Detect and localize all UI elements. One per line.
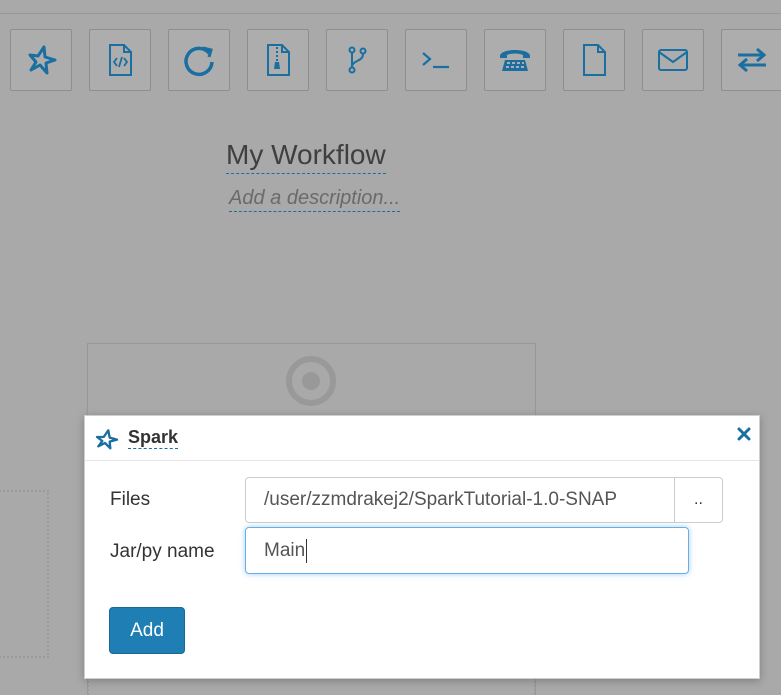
dialog-title[interactable]: Spark [128,426,179,449]
telephone-icon [500,50,530,71]
top-divider [0,13,781,14]
distcp-action-button[interactable] [721,29,781,91]
ssh-action-button[interactable] [484,29,546,91]
add-button[interactable]: Add [109,607,185,654]
text-caret [306,538,308,563]
jar-name-input[interactable]: Main [245,527,689,574]
spark-action-button[interactable] [10,29,72,91]
close-icon[interactable] [737,427,751,441]
script-action-button[interactable] [89,29,151,91]
spark-icon [95,429,119,450]
action-toolbar [10,29,781,91]
spark-icon [28,45,57,75]
fs-action-button[interactable] [563,29,625,91]
file-icon [583,44,606,76]
workflow-description[interactable]: Add a description... [229,186,401,212]
terminal-icon [422,52,449,69]
files-input[interactable]: /user/zzmdrakej2/SparkTutorial-1.0-SNAP [245,477,675,523]
start-node-icon [286,356,336,406]
git-branch-icon [348,46,367,74]
code-file-icon [109,44,132,76]
email-action-button[interactable] [642,29,704,91]
jar-name-value: Main [264,539,306,561]
spark-action-dialog: Spark Files /user/zzmdrakej2/SparkTutori… [84,415,760,679]
subworkflow-action-button[interactable] [168,29,230,91]
jar-name-label: Jar/py name [110,541,215,562]
dialog-header: Spark [85,416,759,461]
archive-action-button[interactable] [247,29,309,91]
zip-file-icon [267,44,290,76]
exchange-icon [737,47,767,73]
envelope-icon [658,49,688,71]
files-browse-button[interactable]: .. [674,477,723,523]
files-label: Files [110,489,151,510]
drop-zone-bottom [87,677,536,695]
refresh-circle-icon [184,46,214,77]
git-action-button[interactable] [326,29,388,91]
workflow-title[interactable]: My Workflow [226,138,386,174]
drop-zone-left [0,490,49,658]
shell-action-button[interactable] [405,29,467,91]
